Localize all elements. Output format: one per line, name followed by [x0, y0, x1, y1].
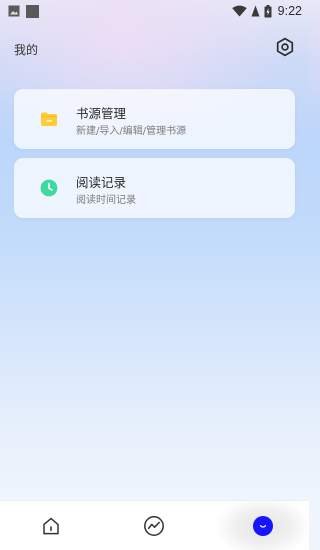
home-icon [43, 517, 59, 535]
status-bar: 9:22 [0, 0, 309, 22]
menu-item-reading-history[interactable]: 阅读记录 阅读时间记录 [14, 158, 295, 218]
settings-button[interactable] [274, 36, 296, 58]
gallery-notification-icon [8, 5, 20, 17]
status-bar-system: 9:22 [231, 4, 309, 18]
clock-icon [40, 179, 58, 197]
trend-icon [144, 516, 164, 536]
menu-item-subtitle: 新建/导入/编辑/管理书源 [76, 126, 187, 137]
nav-home-tab[interactable] [11, 501, 91, 550]
status-bar-notifications [0, 4, 39, 18]
nav-profile-tab[interactable] [217, 501, 309, 550]
profile-icon [253, 516, 273, 536]
nav-trend-tab[interactable] [114, 501, 194, 550]
bottom-nav [0, 500, 309, 550]
menu-item-title: 书源管理 [76, 106, 127, 121]
menu-item-subtitle: 阅读时间记录 [76, 195, 136, 206]
menu-item-title: 阅读记录 [76, 175, 127, 190]
battery-charging-icon [264, 4, 272, 17]
wifi-icon [231, 5, 247, 17]
menu-item-book-source[interactable]: 书源管理 新建/导入/编辑/管理书源 [14, 89, 295, 149]
folder-icon [41, 112, 57, 126]
app-notification-icon [26, 4, 39, 18]
page-title: 我的 [14, 43, 39, 57]
gear-icon [276, 37, 294, 57]
vibrate-icon [251, 5, 260, 17]
status-time: 9:22 [277, 4, 302, 18]
